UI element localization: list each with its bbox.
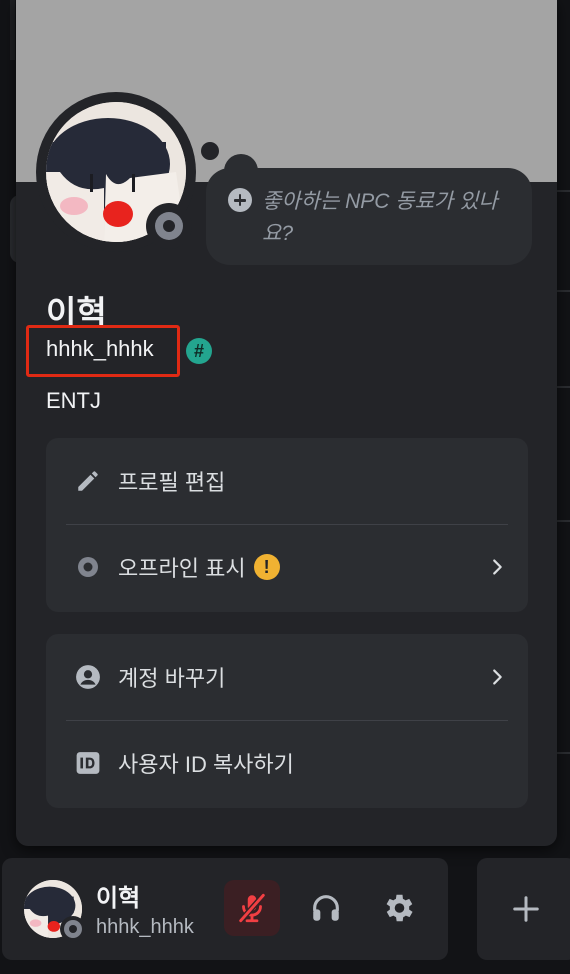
account-circle-icon: [74, 663, 102, 691]
hash-badge-icon[interactable]: #: [186, 338, 212, 364]
status-bubble[interactable]: 좋아하는 NPC 동료가 있나요?: [206, 168, 532, 265]
plus-icon: [513, 896, 539, 922]
gear-icon: [386, 894, 413, 922]
user-panel-username: hhhk_hhhk: [96, 916, 194, 938]
offline-status-icon: [74, 553, 102, 581]
profile-menu-primary: 프로필 편집 오프라인 표시 !: [46, 438, 528, 612]
background-divider: [557, 752, 570, 754]
user-settings-button[interactable]: [370, 880, 426, 936]
profile-bio: ENTJ: [46, 388, 101, 413]
background-divider: [10, 0, 15, 60]
plus-circle-icon: [228, 188, 252, 212]
user-panel-name[interactable]: 이혁: [96, 878, 140, 913]
switch-accounts-item[interactable]: 계정 바꾸기: [46, 634, 528, 720]
offline-status-icon: [155, 212, 183, 240]
show-offline-item[interactable]: 오프라인 표시 !: [46, 524, 528, 610]
pencil-icon: [74, 467, 102, 495]
bubble-tail-small: [201, 142, 219, 160]
status-bubble-text: 좋아하는 NPC 동료가 있나요?: [262, 190, 498, 245]
user-panel: 이혁 hhhk_hhhk: [2, 858, 448, 960]
add-button[interactable]: [477, 858, 570, 960]
background-divider: [557, 520, 570, 522]
copy-user-id-item[interactable]: 사용자 ID 복사하기: [46, 720, 528, 806]
app-stage: 좋아하는 NPC 동료가 있나요? 이혁 hhhk_hhhk # ENTJ 프로…: [0, 0, 570, 974]
chevron-right-icon: [493, 669, 502, 685]
profile-menu-secondary: 계정 바꾸기 사용자 ID 복사하기: [46, 634, 528, 808]
background-divider: [557, 290, 570, 292]
chevron-right-icon: [493, 559, 502, 575]
edit-profile-label: 프로필 편집: [118, 470, 226, 495]
background-divider: [557, 190, 570, 192]
headphones-icon: [313, 895, 339, 921]
profile-username[interactable]: hhhk_hhhk: [46, 336, 154, 362]
mute-microphone-button[interactable]: [224, 880, 280, 936]
offline-status-icon: [64, 920, 82, 938]
id-card-icon: [74, 749, 102, 777]
microphone-muted-icon: [238, 893, 266, 923]
profile-popout: 좋아하는 NPC 동료가 있나요? 이혁 hhhk_hhhk # ENTJ 프로…: [16, 0, 557, 846]
warning-icon: !: [253, 554, 280, 580]
show-offline-label: 오프라인 표시: [118, 556, 246, 581]
edit-profile-item[interactable]: 프로필 편집: [46, 438, 528, 524]
copy-user-id-label: 사용자 ID 복사하기: [118, 752, 294, 777]
switch-accounts-label: 계정 바꾸기: [118, 666, 226, 691]
deafen-button[interactable]: [298, 880, 354, 936]
background-divider: [557, 386, 570, 388]
